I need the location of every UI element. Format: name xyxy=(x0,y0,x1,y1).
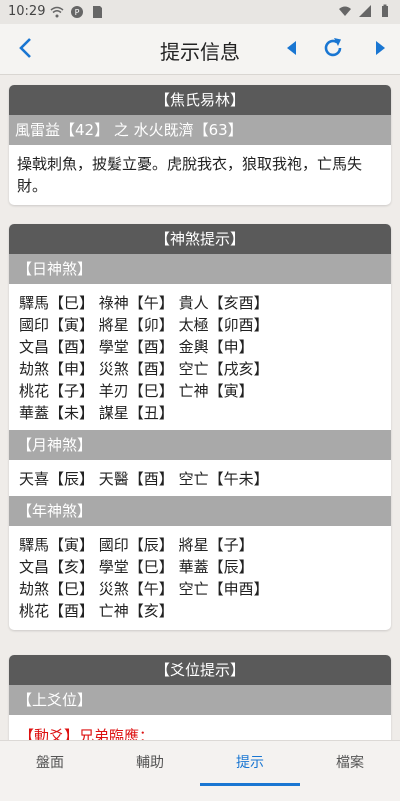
shensha-item: 亡神【寅】 xyxy=(178,382,254,400)
jiao-card: 【焦氏易林】 風雷益【42】 之 水火既濟【63】 操戟刺魚，披髮立憂。虎脫我衣… xyxy=(9,85,391,205)
year-row: 劫煞【巳】 災煞【午】 空亡【申酉】 xyxy=(19,578,381,600)
day-shensha-list: 驛馬【巳】 祿神【午】 貴人【亥酉】 國印【寅】 將星【卯】 太極【卯酉】 文昌… xyxy=(9,284,391,430)
sd-card-icon xyxy=(93,6,102,18)
shensha-item: 華蓋【未】 xyxy=(19,404,95,422)
shensha-item: 謀星【丑】 xyxy=(98,404,174,422)
month-shensha-list: 天喜【辰】 天醫【酉】 空亡【午未】 xyxy=(9,460,391,496)
day-shensha-label: 【日神煞】 xyxy=(9,254,391,284)
wifi-icon xyxy=(339,6,351,16)
shensha-item: 驛馬【巳】 xyxy=(19,294,95,312)
svg-text:P: P xyxy=(75,8,80,17)
shensha-item: 國印【辰】 xyxy=(98,536,174,554)
day-row: 華蓋【未】 謀星【丑】 xyxy=(19,402,381,424)
nav-tab-hints[interactable]: 提示 xyxy=(200,741,300,801)
shensha-item: 空亡【戌亥】 xyxy=(178,360,269,378)
shensha-item: 桃花【子】 xyxy=(19,382,95,400)
shensha-item: 桃花【酉】 xyxy=(19,602,95,620)
shensha-item: 羊刃【巳】 xyxy=(98,382,174,400)
app-notification-icon: P xyxy=(71,6,83,18)
active-tab-indicator xyxy=(200,783,300,786)
shensha-item: 將星【子】 xyxy=(178,536,254,554)
day-row: 桃花【子】 羊刃【巳】 亡神【寅】 xyxy=(19,380,381,402)
yao-header: 【爻位提示】 xyxy=(9,655,391,685)
shensha-item: 災煞【午】 xyxy=(98,580,174,598)
shensha-item: 太極【卯酉】 xyxy=(178,316,269,334)
bottom-nav: 盤面 輔助 提示 檔案 xyxy=(0,740,400,801)
shensha-item: 空亡【申酉】 xyxy=(178,580,269,598)
shensha-header: 【神煞提示】 xyxy=(9,224,391,254)
shensha-item: 華蓋【辰】 xyxy=(178,558,254,576)
day-row: 國印【寅】 將星【卯】 太極【卯酉】 xyxy=(19,314,381,336)
month-shensha-label: 【月神煞】 xyxy=(9,430,391,460)
yao-card: 【爻位提示】 【上爻位】 【動爻】兄弟臨應： xyxy=(9,655,391,740)
shensha-item: 空亡【午未】 xyxy=(178,470,269,488)
day-row: 驛馬【巳】 祿神【午】 貴人【亥酉】 xyxy=(19,292,381,314)
battery-icon xyxy=(382,4,388,17)
previous-triangle-icon[interactable] xyxy=(282,38,302,58)
year-shensha-list: 驛馬【寅】 國印【辰】 將星【子】 文昌【亥】 學堂【巳】 華蓋【辰】 劫煞【巳… xyxy=(9,526,391,630)
shensha-item: 文昌【酉】 xyxy=(19,338,95,356)
hexagram-title: 風雷益【42】 之 水火既濟【63】 xyxy=(9,115,391,145)
shensha-item: 亡神【亥】 xyxy=(98,602,174,620)
year-row: 文昌【亥】 學堂【巳】 華蓋【辰】 xyxy=(19,556,381,578)
year-row: 桃花【酉】 亡神【亥】 xyxy=(19,600,381,622)
shensha-item: 國印【寅】 xyxy=(19,316,95,334)
wifi-off-icon xyxy=(50,6,64,18)
shensha-item: 將星【卯】 xyxy=(98,316,174,334)
year-row: 驛馬【寅】 國印【辰】 將星【子】 xyxy=(19,534,381,556)
day-row: 劫煞【申】 災煞【酉】 空亡【戌亥】 xyxy=(19,358,381,380)
shensha-item: 貴人【亥酉】 xyxy=(178,294,269,312)
shensha-item: 天醫【酉】 xyxy=(98,470,174,488)
shensha-item: 天喜【辰】 xyxy=(19,470,95,488)
jiao-text: 操戟刺魚，披髮立憂。虎脫我衣，狼取我袍，亡馬失財。 xyxy=(17,155,363,195)
shensha-item: 文昌【亥】 xyxy=(19,558,95,576)
nav-tab-board[interactable]: 盤面 xyxy=(0,741,100,801)
shensha-item: 驛馬【寅】 xyxy=(19,536,95,554)
nav-tab-files[interactable]: 檔案 xyxy=(300,741,400,801)
signal-icon xyxy=(359,5,371,17)
moving-yao-text: 【動爻】兄弟臨應： xyxy=(19,727,155,740)
shensha-item: 劫煞【巳】 xyxy=(19,580,95,598)
shensha-item: 金輿【申】 xyxy=(178,338,254,356)
nav-tab-assist[interactable]: 輔助 xyxy=(100,741,200,801)
month-row: 天喜【辰】 天醫【酉】 空亡【午未】 xyxy=(19,468,381,490)
shensha-item: 災煞【酉】 xyxy=(98,360,174,378)
shensha-item: 學堂【酉】 xyxy=(98,338,174,356)
status-time: 10:29 xyxy=(8,4,46,19)
status-bar: 10:29 P xyxy=(0,0,400,24)
shensha-item: 劫煞【申】 xyxy=(19,360,95,378)
next-triangle-icon[interactable] xyxy=(370,38,390,58)
jiao-header: 【焦氏易林】 xyxy=(9,85,391,115)
app-bar: 提示信息 xyxy=(0,24,400,75)
shensha-item: 學堂【巳】 xyxy=(98,558,174,576)
shensha-card: 【神煞提示】 【日神煞】 驛馬【巳】 祿神【午】 貴人【亥酉】 國印【寅】 將星… xyxy=(9,224,391,630)
status-notifications: P xyxy=(50,5,104,19)
refresh-icon[interactable] xyxy=(321,36,345,60)
status-system-icons xyxy=(338,4,392,18)
content-scroll[interactable]: 【焦氏易林】 風雷益【42】 之 水火既濟【63】 操戟刺魚，披髮立憂。虎脫我衣… xyxy=(0,75,400,740)
shensha-item: 祿神【午】 xyxy=(98,294,174,312)
year-shensha-label: 【年神煞】 xyxy=(9,496,391,526)
upper-yao-label: 【上爻位】 xyxy=(9,685,391,715)
day-row: 文昌【酉】 學堂【酉】 金輿【申】 xyxy=(19,336,381,358)
